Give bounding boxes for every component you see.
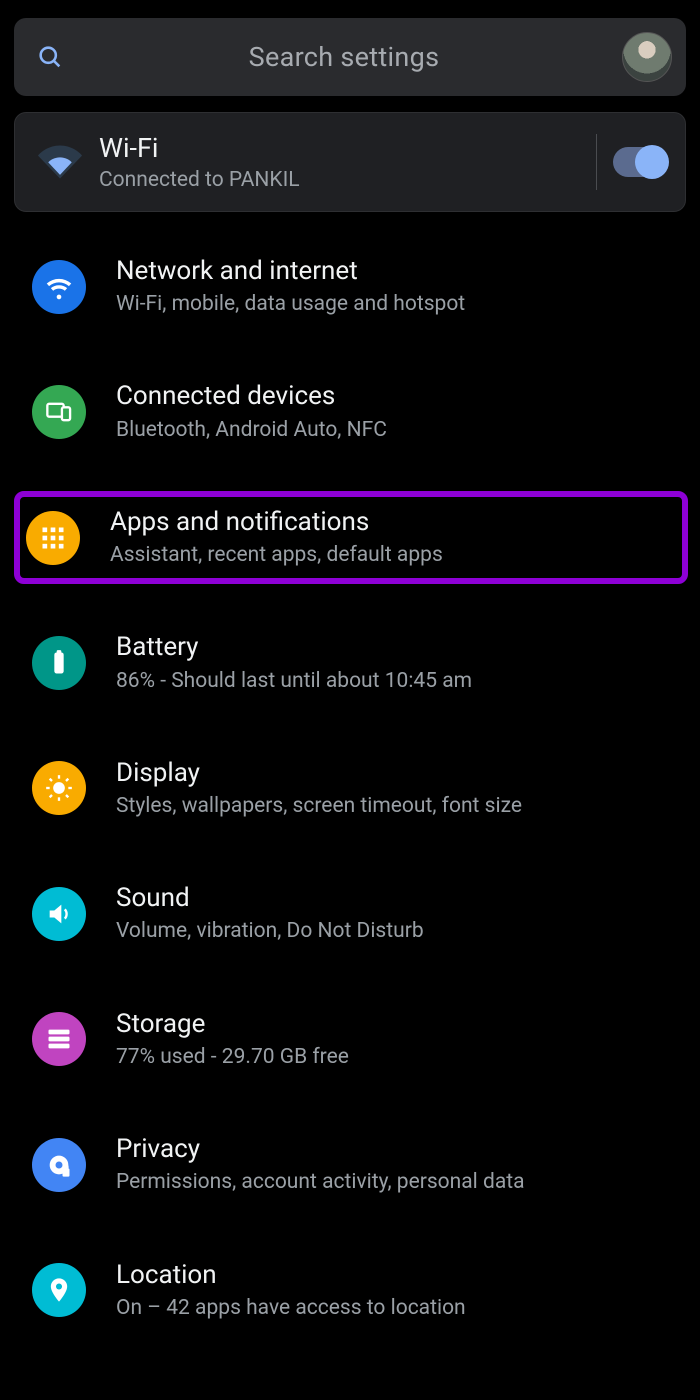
settings-item-brightness[interactable]: Display Styles, wallpapers, screen timeou…: [20, 742, 686, 835]
brightness-icon: [32, 761, 86, 815]
item-subtitle: Styles, wallpapers, screen timeout, font…: [116, 793, 674, 819]
toggle-knob: [635, 145, 669, 179]
item-title: Display: [116, 758, 674, 789]
item-subtitle: On – 42 apps have access to location: [116, 1295, 674, 1321]
wifi-title: Wi-Fi: [99, 132, 590, 164]
wifi-quick-panel[interactable]: Wi-Fi Connected to PANKIL: [14, 112, 686, 212]
item-title: Connected devices: [116, 381, 674, 412]
settings-item-apps[interactable]: Apps and notifications Assistant, recent …: [14, 491, 688, 584]
battery-icon: [32, 636, 86, 690]
settings-item-wifi[interactable]: Network and internet Wi-Fi, mobile, data …: [20, 240, 686, 333]
item-subtitle: Bluetooth, Android Auto, NFC: [116, 417, 674, 443]
item-title: Storage: [116, 1009, 674, 1040]
item-title: Sound: [116, 883, 674, 914]
settings-list: Network and internet Wi-Fi, mobile, data …: [14, 240, 686, 1337]
vertical-divider: [596, 134, 597, 190]
item-title: Privacy: [116, 1134, 674, 1165]
item-subtitle: Assistant, recent apps, default apps: [110, 542, 670, 568]
search-bar[interactable]: Search settings: [14, 18, 686, 96]
settings-item-battery[interactable]: Battery 86% - Should last until about 10:…: [20, 616, 686, 709]
search-placeholder: Search settings: [66, 41, 622, 73]
settings-item-devices[interactable]: Connected devices Bluetooth, Android Auto…: [20, 365, 686, 458]
settings-item-storage[interactable]: Storage 77% used - 29.70 GB free: [20, 993, 686, 1086]
item-subtitle: 86% - Should last until about 10:45 am: [116, 668, 674, 694]
location-icon: [32, 1263, 86, 1317]
storage-icon: [32, 1012, 86, 1066]
item-title: Battery: [116, 632, 674, 663]
settings-item-privacy[interactable]: Privacy Permissions, account activity, pe…: [20, 1118, 686, 1211]
profile-avatar[interactable]: [622, 32, 672, 82]
devices-icon: [32, 385, 86, 439]
settings-item-location[interactable]: Location On – 42 apps have access to loca…: [20, 1244, 686, 1337]
item-subtitle: Permissions, account activity, personal …: [116, 1169, 674, 1195]
settings-item-sound[interactable]: Sound Volume, vibration, Do Not Disturb: [20, 867, 686, 960]
item-subtitle: Volume, vibration, Do Not Disturb: [116, 918, 674, 944]
wifi-subtitle: Connected to PANKIL: [99, 168, 590, 192]
item-title: Apps and notifications: [110, 507, 670, 538]
privacy-icon: [32, 1138, 86, 1192]
sound-icon: [32, 887, 86, 941]
item-subtitle: 77% used - 29.70 GB free: [116, 1044, 674, 1070]
wifi-toggle[interactable]: [613, 147, 667, 177]
wifi-icon: [25, 140, 95, 184]
item-subtitle: Wi-Fi, mobile, data usage and hotspot: [116, 291, 674, 317]
item-title: Network and internet: [116, 256, 674, 287]
search-icon: [34, 41, 66, 73]
apps-icon: [26, 511, 80, 565]
item-title: Location: [116, 1260, 674, 1291]
wifi-icon: [32, 260, 86, 314]
